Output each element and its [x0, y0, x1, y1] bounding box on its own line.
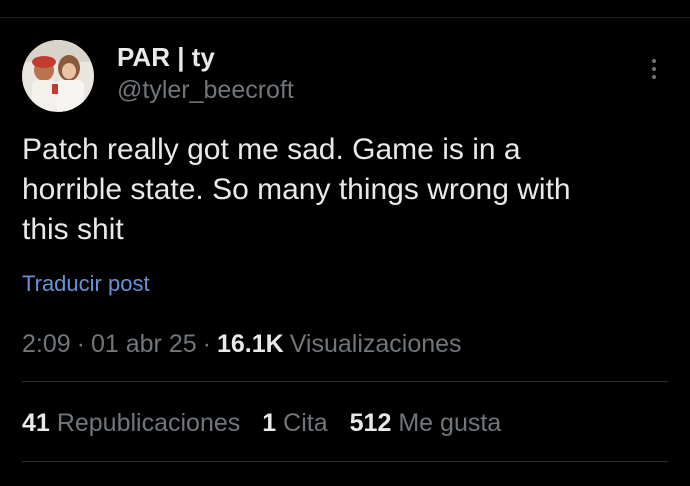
reposts-label: Republicaciones — [56, 409, 241, 437]
views-count: 16.1K — [216, 330, 284, 358]
more-options-button[interactable] — [640, 54, 668, 84]
avatar-photo — [22, 40, 94, 112]
engagement-stats: 41 Republicaciones 1 Cita 512 Me gusta — [22, 409, 523, 438]
divider — [22, 461, 668, 462]
translate-post-link[interactable]: Traducir post — [22, 271, 150, 297]
post-meta: 2:09 · 01 abr 25 · 16.1K Visualizaciones — [22, 330, 462, 359]
avatar[interactable] — [22, 40, 94, 112]
reposts-stat[interactable]: 41 Republicaciones — [22, 409, 240, 438]
post-date[interactable]: 01 abr 25 — [91, 330, 197, 359]
likes-count: 512 — [349, 409, 392, 437]
divider — [22, 381, 668, 382]
meta-separator: · — [202, 330, 211, 358]
likes-label: Me gusta — [398, 409, 502, 437]
meta-separator: · — [76, 330, 85, 358]
post-text: Patch really got me sad. Game is in a ho… — [22, 133, 571, 246]
quotes-label: Cita — [283, 409, 328, 437]
display-name[interactable]: PAR | ty — [117, 42, 215, 73]
post-time[interactable]: 2:09 — [22, 330, 71, 359]
more-vertical-icon — [652, 59, 656, 63]
quotes-count: 1 — [262, 409, 277, 437]
reposts-count: 41 — [22, 409, 50, 437]
more-vertical-icon-dot — [652, 67, 656, 71]
views-label: Visualizaciones — [289, 330, 462, 358]
likes-stat[interactable]: 512 Me gusta — [350, 409, 502, 438]
more-vertical-icon-dot — [652, 75, 656, 79]
top-divider — [0, 17, 690, 18]
user-handle[interactable]: @tyler_beecroft — [117, 76, 294, 105]
quotes-stat[interactable]: 1 Cita — [262, 409, 327, 438]
